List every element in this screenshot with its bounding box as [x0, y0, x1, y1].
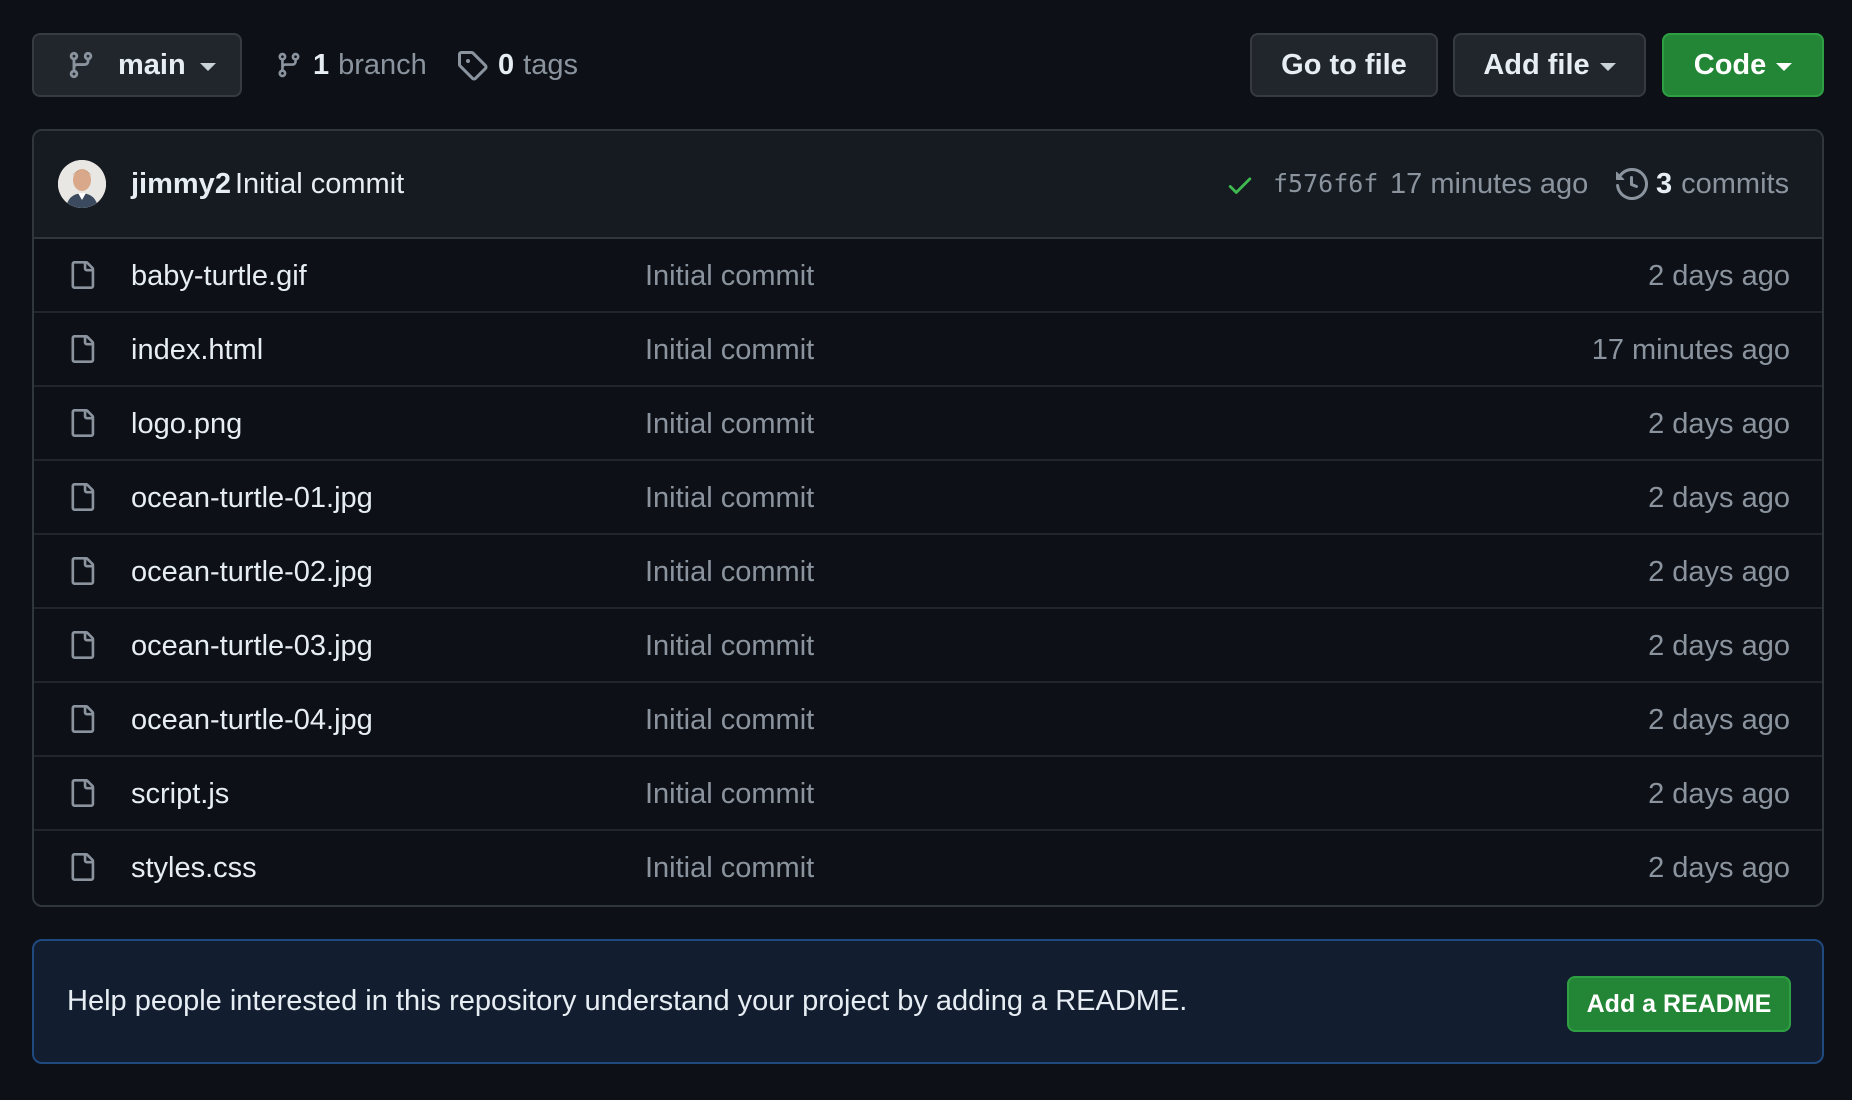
- file-name-link[interactable]: index.html: [131, 313, 263, 387]
- history-icon: [1616, 168, 1648, 200]
- avatar-image: [58, 160, 106, 208]
- branch-label: branch: [338, 48, 427, 81]
- go-to-file-label: Go to file: [1281, 48, 1407, 81]
- go-to-file-button[interactable]: Go to file: [1250, 33, 1438, 97]
- file-commit-link[interactable]: Initial commit: [645, 535, 814, 609]
- readme-banner-text: Help people interested in this repositor…: [67, 985, 1188, 1017]
- tags-link[interactable]: 0 tags: [456, 33, 578, 97]
- file-row[interactable]: ocean-turtle-02.jpg Initial commit 2 day…: [34, 535, 1822, 609]
- file-age: 2 days ago: [1648, 482, 1790, 514]
- file-icon: [71, 261, 95, 289]
- file-icon: [71, 779, 95, 807]
- file-age: 2 days ago: [1648, 408, 1790, 440]
- branch-name: main: [118, 48, 186, 81]
- file-commit-link[interactable]: Initial commit: [645, 609, 814, 683]
- file-row[interactable]: index.html Initial commit 17 minutes ago: [34, 313, 1822, 387]
- file-name-link[interactable]: script.js: [131, 757, 229, 831]
- file-row[interactable]: ocean-turtle-01.jpg Initial commit 2 day…: [34, 461, 1822, 535]
- file-icon: [71, 631, 95, 659]
- avatar[interactable]: [58, 160, 106, 208]
- chevron-down-icon: [199, 63, 216, 71]
- file-commit-link[interactable]: Initial commit: [645, 239, 814, 313]
- file-row[interactable]: ocean-turtle-04.jpg Initial commit 2 day…: [34, 683, 1822, 757]
- add-file-button[interactable]: Add file: [1453, 33, 1646, 97]
- commit-count-label: commits: [1681, 167, 1790, 200]
- readme-banner: Help people interested in this repositor…: [32, 939, 1824, 1064]
- file-icon: [71, 557, 95, 585]
- git-branch-icon: [69, 51, 93, 79]
- branches-link[interactable]: 1 branch: [275, 33, 427, 97]
- file-icon: [71, 335, 95, 363]
- file-age: 2 days ago: [1648, 704, 1790, 736]
- commit-count: 3: [1656, 167, 1673, 200]
- file-name-link[interactable]: ocean-turtle-04.jpg: [131, 683, 373, 757]
- file-row[interactable]: script.js Initial commit 2 days ago: [34, 757, 1822, 831]
- commits-history-link[interactable]: 3 commits: [1616, 131, 1789, 237]
- branch-select-button[interactable]: main: [32, 33, 242, 97]
- file-row[interactable]: logo.png Initial commit 2 days ago: [34, 387, 1822, 461]
- file-name-link[interactable]: baby-turtle.gif: [131, 239, 307, 313]
- code-label: Code: [1693, 48, 1767, 81]
- check-icon[interactable]: [1225, 170, 1255, 200]
- commit-message-link[interactable]: Initial commit: [235, 131, 404, 237]
- repo-toolbar: main 1 branch 0 tags Go to file Add file…: [32, 33, 1824, 97]
- commit-author-link[interactable]: jimmy2: [131, 131, 231, 237]
- file-name-link[interactable]: ocean-turtle-01.jpg: [131, 461, 373, 535]
- file-name-link[interactable]: logo.png: [131, 387, 242, 461]
- file-row[interactable]: ocean-turtle-03.jpg Initial commit 2 day…: [34, 609, 1822, 683]
- file-row[interactable]: styles.css Initial commit 2 days ago: [34, 831, 1822, 903]
- branch-count: 1: [313, 48, 330, 81]
- file-age: 2 days ago: [1648, 260, 1790, 292]
- file-age: 2 days ago: [1648, 852, 1790, 884]
- file-commit-link[interactable]: Initial commit: [645, 461, 814, 535]
- add-file-label: Add file: [1483, 48, 1590, 81]
- file-commit-link[interactable]: Initial commit: [645, 387, 814, 461]
- chevron-down-icon: [1776, 63, 1793, 71]
- tag-label: tags: [523, 48, 578, 81]
- git-branch-icon: [278, 52, 300, 78]
- file-commit-link[interactable]: Initial commit: [645, 831, 814, 905]
- file-icon: [71, 409, 95, 437]
- file-list: baby-turtle.gif Initial commit 2 days ag…: [34, 239, 1822, 903]
- tag-count: 0: [498, 48, 515, 81]
- file-icon: [71, 705, 95, 733]
- chevron-down-icon: [1599, 63, 1616, 71]
- file-age: 2 days ago: [1648, 556, 1790, 588]
- file-age: 2 days ago: [1648, 778, 1790, 810]
- commit-time: 17 minutes ago: [1390, 168, 1589, 200]
- file-commit-link[interactable]: Initial commit: [645, 683, 814, 757]
- file-name-link[interactable]: ocean-turtle-03.jpg: [131, 609, 373, 683]
- code-button[interactable]: Code: [1662, 33, 1824, 97]
- file-row[interactable]: baby-turtle.gif Initial commit 2 days ag…: [34, 239, 1822, 313]
- tag-icon: [458, 51, 488, 81]
- file-age: 2 days ago: [1648, 630, 1790, 662]
- file-list-box: jimmy2 Initial commit f576f6f 17 minutes…: [32, 129, 1824, 907]
- latest-commit-header: jimmy2 Initial commit f576f6f 17 minutes…: [34, 131, 1822, 239]
- commit-sha-link[interactable]: f576f6f: [1273, 131, 1378, 237]
- repo-file-browser: main 1 branch 0 tags Go to file Add file…: [0, 0, 1852, 1100]
- add-readme-button[interactable]: Add a README: [1567, 976, 1791, 1032]
- file-icon: [71, 483, 95, 511]
- file-icon: [71, 853, 95, 881]
- file-name-link[interactable]: styles.css: [131, 831, 257, 905]
- file-name-link[interactable]: ocean-turtle-02.jpg: [131, 535, 373, 609]
- file-age: 17 minutes ago: [1591, 334, 1790, 366]
- file-commit-link[interactable]: Initial commit: [645, 313, 814, 387]
- file-commit-link[interactable]: Initial commit: [645, 757, 814, 831]
